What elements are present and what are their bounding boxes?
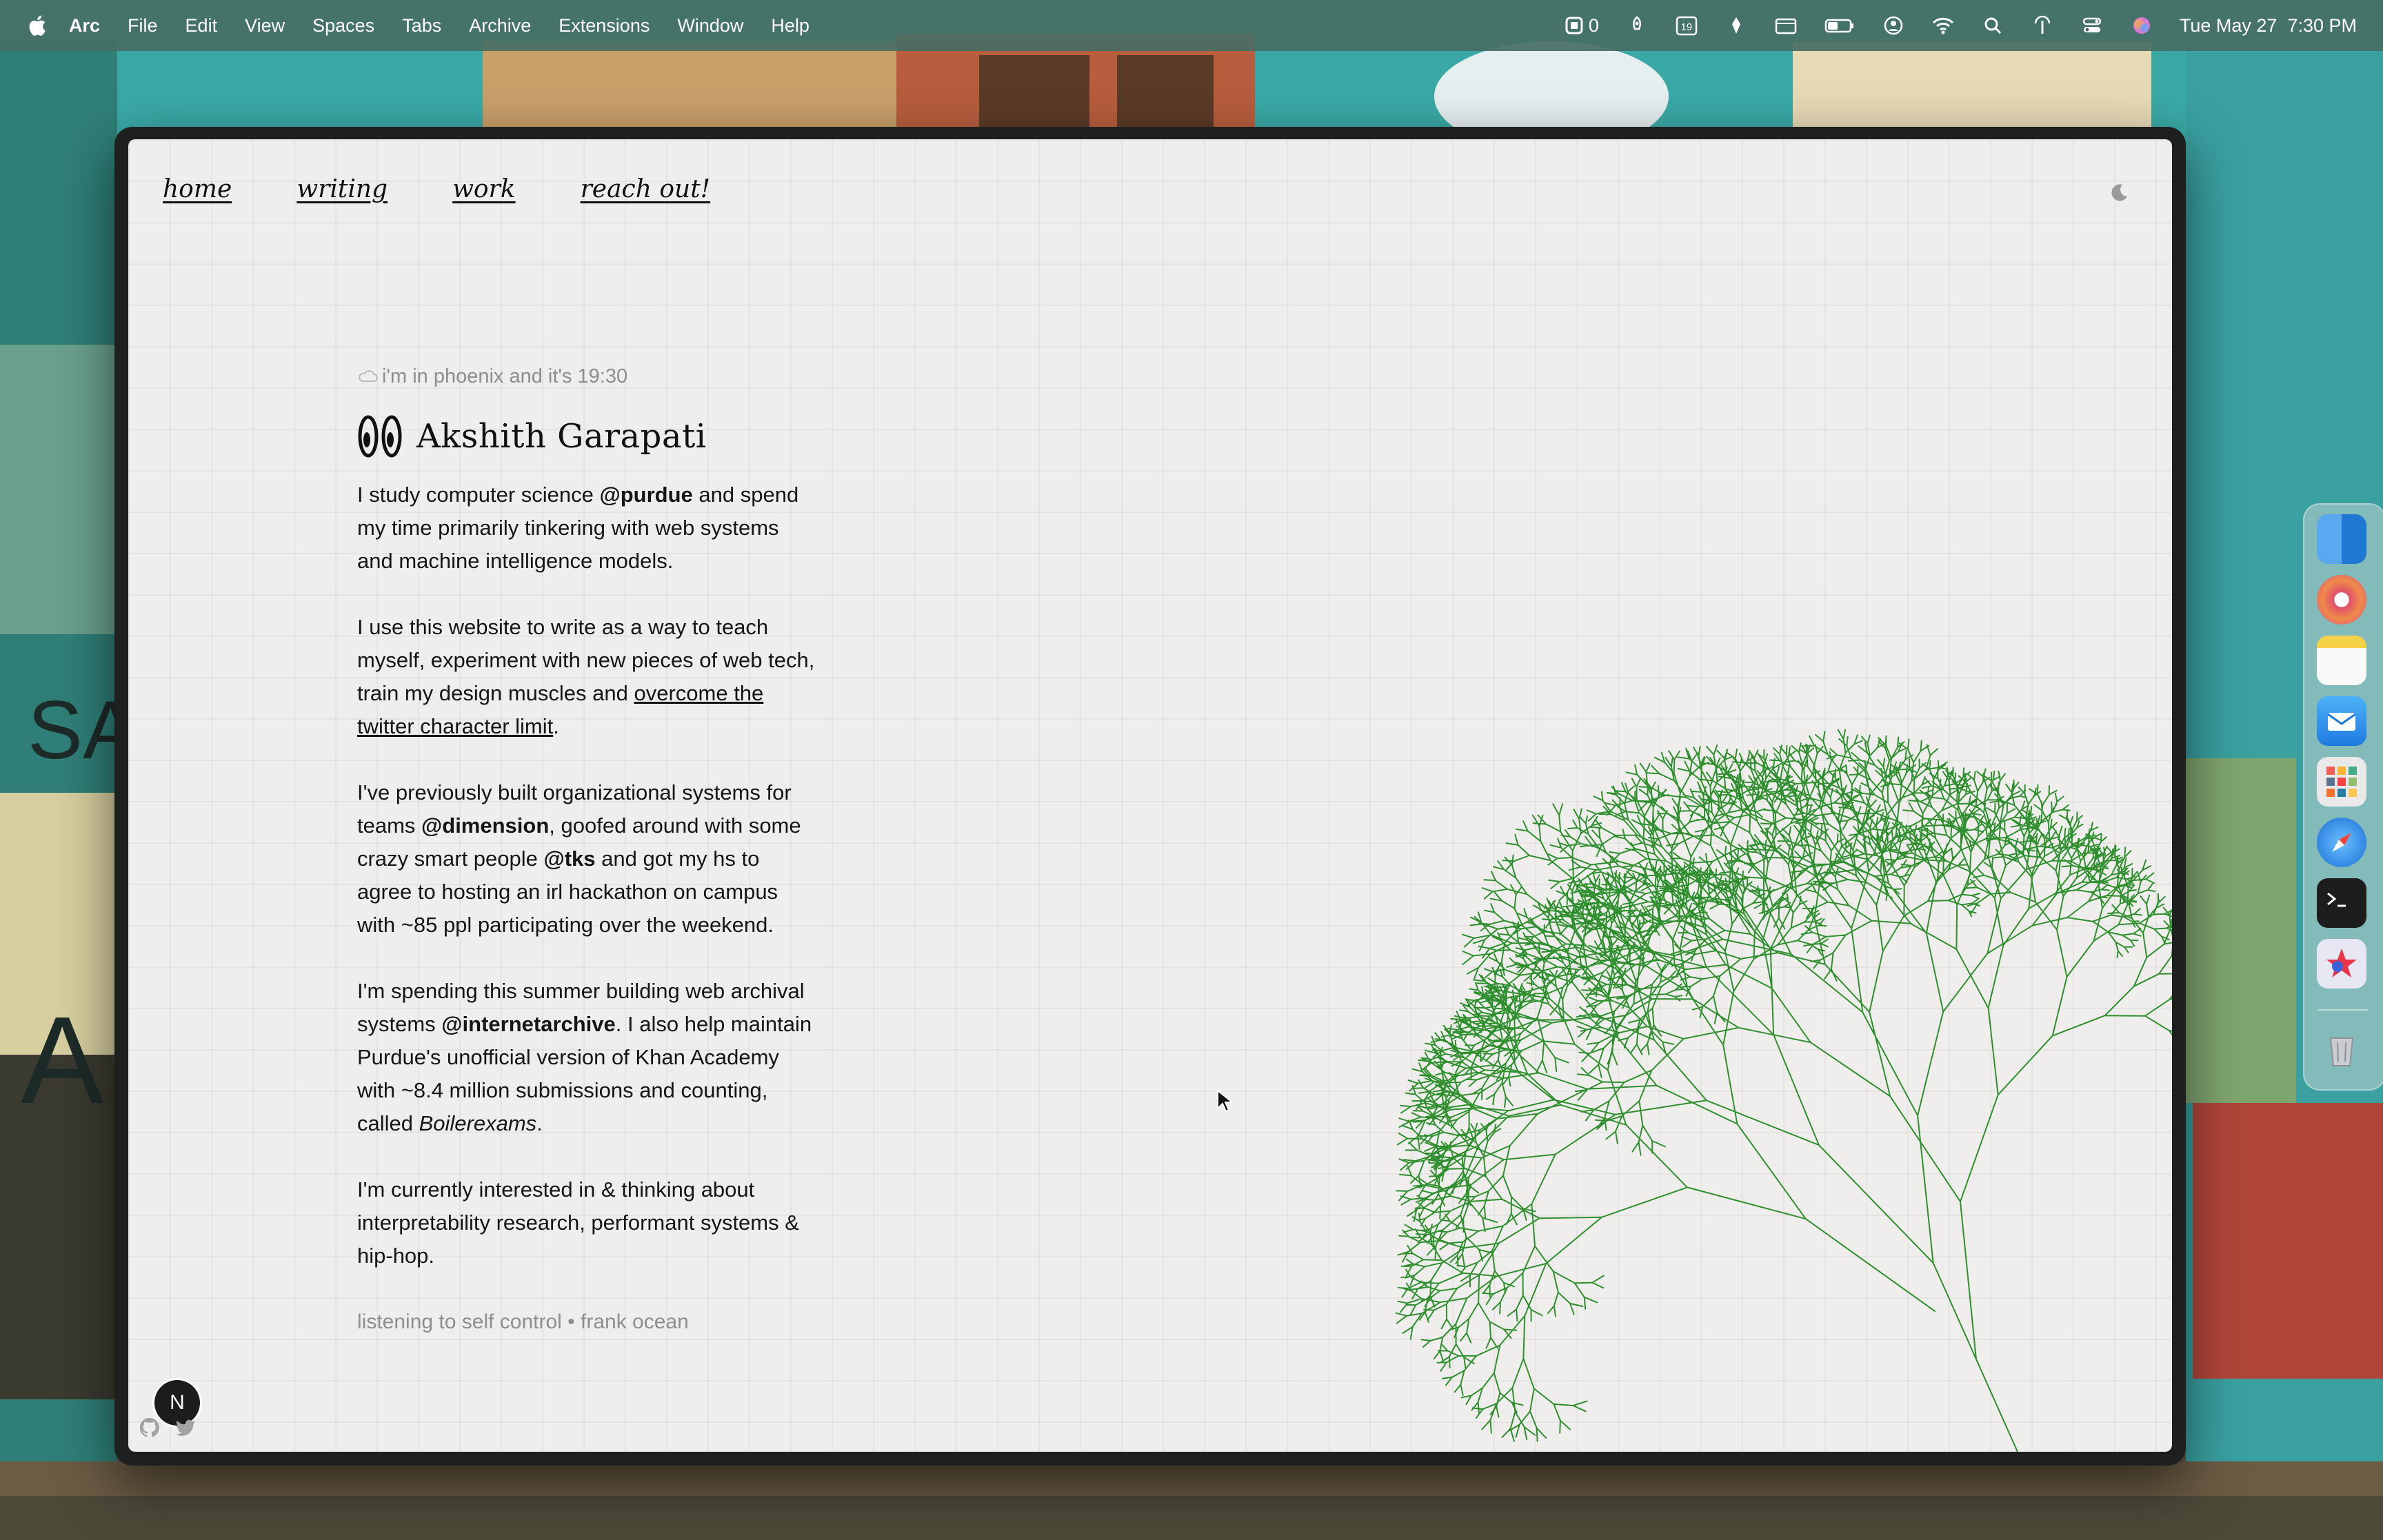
twitter-icon[interactable]	[174, 1416, 197, 1439]
notes-icon[interactable]	[2317, 636, 2366, 685]
terminal-icon[interactable]	[2317, 878, 2366, 928]
finder-icon[interactable]	[2317, 514, 2366, 564]
status-square-icon	[1565, 17, 1583, 34]
trash-icon[interactable]	[2317, 1024, 2366, 1074]
dock	[2303, 503, 2383, 1091]
menu-file[interactable]: File	[128, 15, 158, 37]
boilerexams-name: Boilerexams	[419, 1111, 537, 1135]
location-text: i'm in phoenix and it's 19:30	[382, 365, 628, 387]
siri-icon[interactable]	[2130, 15, 2153, 36]
calendar-status[interactable]: 19	[1675, 15, 1698, 36]
menu-bar: Arc File Edit View Spaces Tabs Archive E…	[0, 0, 2383, 51]
nav-writing-link[interactable]: writing	[296, 175, 388, 203]
social-links	[138, 1416, 197, 1439]
dimension-mention: @dimension	[421, 813, 550, 838]
nav-reach-out-link[interactable]: reach out!	[581, 175, 711, 203]
moon-icon[interactable]	[2109, 182, 2129, 203]
menu-edit[interactable]: Edit	[185, 15, 218, 37]
webpage: home writing work reach out! i'm in phoe…	[128, 139, 2172, 1452]
search-icon[interactable]	[1981, 15, 2004, 36]
intro-paragraph-2: I use this website to write as a way to …	[357, 611, 819, 743]
menu-archive[interactable]: Archive	[469, 15, 531, 37]
intro-paragraph-3: I've previously built organizational sys…	[357, 776, 819, 942]
menubar-datetime[interactable]: Tue May 27 7:30 PM	[2180, 15, 2357, 37]
nav-work-link[interactable]: work	[452, 175, 516, 203]
wifi-icon[interactable]	[1931, 15, 1955, 36]
chrome-icon[interactable]	[2317, 575, 2366, 625]
p1-text-a: I study computer science	[357, 483, 600, 507]
menu-spaces[interactable]: Spaces	[312, 15, 374, 37]
calendar-day: 19	[1680, 21, 1693, 33]
p2-text-c: .	[553, 714, 559, 738]
status-count: 0	[1588, 14, 1599, 36]
window-icon[interactable]	[1774, 15, 1798, 36]
purdue-mention: @purdue	[599, 483, 693, 507]
menu-help[interactable]: Help	[771, 15, 810, 37]
battery-icon[interactable]	[1824, 15, 1856, 36]
fractal-tree-illustration	[1395, 729, 2172, 1452]
eyes-icon	[358, 415, 402, 458]
internetarchive-mention: @internetarchive	[441, 1012, 616, 1036]
menu-window[interactable]: Window	[677, 15, 743, 37]
location-line: i'm in phoenix and it's 19:30	[357, 360, 819, 393]
tks-mention: @tks	[543, 847, 596, 871]
dock-separator	[2318, 1009, 2368, 1011]
menu-app-name[interactable]: Arc	[69, 15, 100, 37]
cloud-icon	[359, 370, 378, 382]
user-account-icon[interactable]	[1882, 15, 1905, 36]
mouse-cursor-icon	[1217, 1089, 1233, 1113]
launchpad-icon[interactable]	[2317, 757, 2366, 807]
mail-icon[interactable]	[2317, 696, 2366, 746]
status-counter[interactable]: 0	[1565, 15, 1599, 36]
airdrop-icon[interactable]	[2031, 15, 2054, 36]
intro-paragraph-1: I study computer science @purdue and spe…	[357, 478, 819, 578]
nav-home-link[interactable]: home	[163, 175, 232, 203]
raycast-icon[interactable]	[2317, 939, 2366, 989]
now-playing: listening to self control • frank ocean	[357, 1310, 689, 1333]
intro-content: i'm in phoenix and it's 19:30 Akshith Ga…	[357, 360, 819, 1339]
menu-tabs[interactable]: Tabs	[402, 15, 441, 37]
control-center-icon[interactable]	[2080, 15, 2104, 36]
apple-icon[interactable]	[26, 14, 47, 37]
intro-paragraph-5: I'm currently interested in & thinking a…	[357, 1177, 799, 1268]
title-row: Akshith Garapati	[357, 414, 819, 459]
intro-paragraph-4: I'm spending this summer building web ar…	[357, 975, 819, 1140]
p4-text-e: .	[536, 1111, 543, 1135]
safari-icon[interactable]	[2317, 818, 2366, 867]
rocket-icon[interactable]	[1625, 15, 1649, 36]
site-nav: home writing work reach out!	[163, 175, 710, 203]
github-icon[interactable]	[138, 1416, 161, 1439]
pin-icon[interactable]	[1725, 15, 1748, 36]
menu-view[interactable]: View	[245, 15, 285, 37]
page-title: Akshith Garapati	[416, 417, 707, 456]
menu-extensions[interactable]: Extensions	[559, 15, 650, 37]
svg-text:A: A	[21, 991, 103, 1130]
